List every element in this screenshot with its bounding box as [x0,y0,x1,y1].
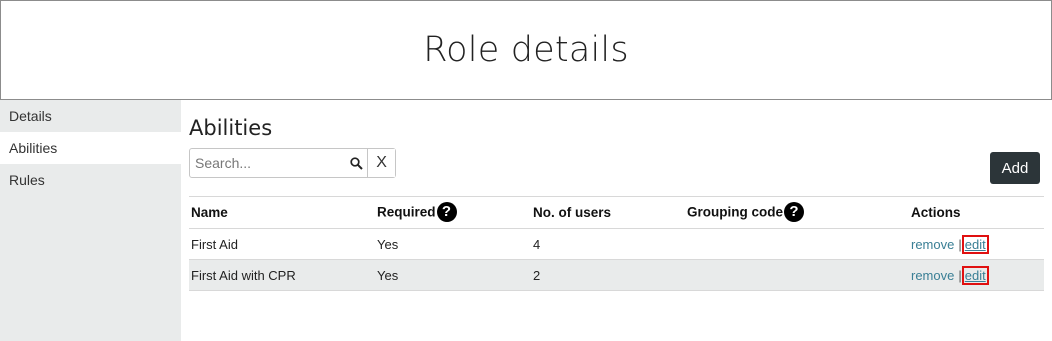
cell-users: 2 [533,267,541,283]
table-row: First Aid Yes 4 remove | edit [189,229,1044,260]
edit-link[interactable]: edit [961,265,989,285]
action-separator: | [958,236,962,252]
column-header-required[interactable]: Required? [375,197,531,229]
cell-grouping [685,260,909,291]
column-header-name[interactable]: Name [189,197,375,229]
abilities-table: Name Required? No. of users Grouping cod… [189,196,1044,291]
table-row: First Aid with CPR Yes 2 remove | edit [189,259,1044,291]
remove-link[interactable]: remove [911,268,954,283]
cell-actions: remove | edit [909,229,1044,260]
column-header-grouping[interactable]: Grouping code? [685,197,909,229]
sidebar-item-rules[interactable]: Rules [0,164,181,196]
page-header: Role details [0,0,1052,100]
sidebar-item-abilities[interactable]: Abilities [0,132,181,164]
search-icon[interactable] [346,149,367,177]
cell-required: Yes [377,267,399,283]
cell-name: First Aid [191,236,238,252]
cell-actions: remove | edit [909,260,1044,291]
cell-grouping [685,229,909,260]
add-button[interactable]: Add [990,152,1040,184]
cell-users: 4 [533,236,541,252]
main-content: Abilities X Add Name Required? No. of us… [189,100,1044,341]
search-box: X [189,148,396,178]
page-title: Role details [423,30,629,70]
action-separator: | [958,267,962,283]
edit-link[interactable]: edit [961,234,989,254]
help-icon[interactable]: ? [784,201,804,222]
sidebar: Details Abilities Rules [0,100,181,341]
section-title: Abilities [189,116,273,140]
cell-required: Yes [377,236,399,252]
search-input[interactable] [190,149,346,177]
column-header-actions: Actions [911,205,961,220]
sidebar-item-details[interactable]: Details [0,100,181,132]
table-header-row: Name Required? No. of users Grouping cod… [189,196,1044,229]
cell-name: First Aid with CPR [191,267,296,283]
remove-link[interactable]: remove [911,237,954,252]
column-header-users[interactable]: No. of users [531,197,685,229]
help-icon[interactable]: ? [436,201,457,222]
clear-search-button[interactable]: X [367,149,395,177]
